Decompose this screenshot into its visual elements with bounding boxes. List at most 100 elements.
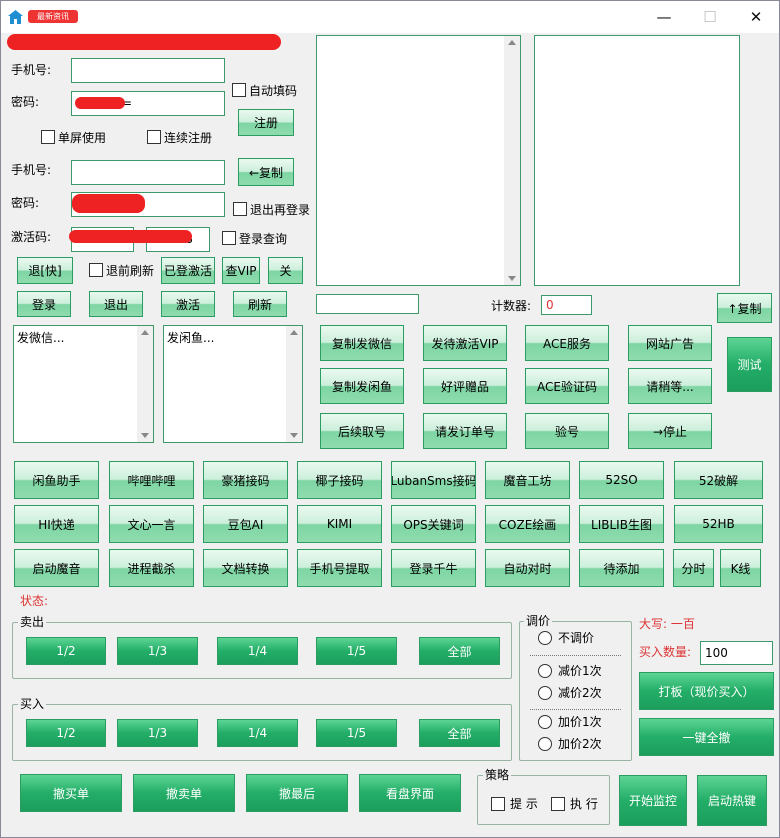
sell-third-button[interactable]: 1/3 xyxy=(117,637,198,665)
sell-quarter-button[interactable]: 1/4 xyxy=(217,637,298,665)
start-hotkey-button[interactable]: 启动热键 xyxy=(697,775,767,826)
logout-relogin-checkbox[interactable] xyxy=(233,202,247,216)
send-pending-vip-button[interactable]: 发待激活VIP xyxy=(423,325,507,361)
close-button[interactable]: ✕ xyxy=(733,1,779,33)
tool-doubao[interactable]: 豆包AI xyxy=(203,505,288,543)
execute-checkbox[interactable] xyxy=(551,797,565,811)
tool-coze[interactable]: COZE绘画 xyxy=(485,505,570,543)
ace-code-button[interactable]: ACE验证码 xyxy=(525,368,609,404)
up-1-label: 加价1次 xyxy=(558,715,602,729)
good-review-gift-button[interactable]: 好评赠品 xyxy=(423,368,507,404)
buy-all-button[interactable]: 全部 xyxy=(419,719,500,747)
minimize-button[interactable]: — xyxy=(641,1,687,33)
tool-qianniu-login[interactable]: 登录千牛 xyxy=(391,549,476,587)
stop-button[interactable]: →停止 xyxy=(628,413,712,449)
log-list-left[interactable] xyxy=(316,35,521,286)
tool-52so[interactable]: 52SO xyxy=(579,461,664,499)
tool-52pojie[interactable]: 52破解 xyxy=(674,461,763,499)
scrollbar-left[interactable] xyxy=(504,36,520,285)
cancel-all-button[interactable]: 一键全撤 xyxy=(639,718,774,756)
logout-button[interactable]: 退出 xyxy=(89,291,143,317)
register-button[interactable]: 注册 xyxy=(238,109,294,136)
single-screen-label: 单屏使用 xyxy=(58,131,107,145)
copy-left-button[interactable]: ←复制 xyxy=(238,158,294,186)
tool-bilibili[interactable]: 哔哩哔哩 xyxy=(109,461,194,499)
check-vip-button[interactable]: 查VIP xyxy=(222,257,260,284)
radio-down-1[interactable] xyxy=(538,664,552,678)
send-order-number-button[interactable]: 请发订单号 xyxy=(423,413,507,449)
tool-lubansms[interactable]: LubanSms接码 xyxy=(391,461,476,499)
tool-kline[interactable]: K线 xyxy=(720,549,761,587)
test-button[interactable]: 测试 xyxy=(727,337,772,392)
back-refresh-checkbox[interactable] xyxy=(89,263,103,277)
tool-kill-process[interactable]: 进程截杀 xyxy=(109,549,194,587)
tool-start-moyin[interactable]: 启动魔音 xyxy=(14,549,99,587)
tool-hi-express[interactable]: HI快递 xyxy=(14,505,99,543)
phone-input-2[interactable] xyxy=(71,160,225,185)
sell-half-button[interactable]: 1/2 xyxy=(26,637,106,665)
start-monitor-button[interactable]: 开始监控 xyxy=(619,775,687,826)
tool-haozhu[interactable]: 豪猪接码 xyxy=(203,461,288,499)
log-list-right[interactable] xyxy=(534,35,740,286)
login-query-checkbox[interactable] xyxy=(222,231,236,245)
site-ad-button[interactable]: 网站广告 xyxy=(628,325,712,361)
tool-wenxin[interactable]: 文心一言 xyxy=(109,505,194,543)
login-button[interactable]: 登录 xyxy=(17,291,71,317)
tool-doc-convert[interactable]: 文档转换 xyxy=(203,549,288,587)
tool-liblib[interactable]: LIBLIB生图 xyxy=(579,505,664,543)
daban-button[interactable]: 打板（现价买入） xyxy=(639,672,774,710)
radio-up-1[interactable] xyxy=(538,715,552,729)
buy-third-button[interactable]: 1/3 xyxy=(117,719,198,747)
tool-xianyu-helper[interactable]: 闲鱼助手 xyxy=(14,461,99,499)
buy-quarter-button[interactable]: 1/4 xyxy=(217,719,298,747)
hint-checkbox[interactable] xyxy=(491,797,505,811)
cancel-last-button[interactable]: 撤最后 xyxy=(246,774,348,812)
strategy-title: 策略 xyxy=(483,768,512,782)
radio-up-2[interactable] xyxy=(538,737,552,751)
small-text-input[interactable] xyxy=(316,294,419,314)
activated-button[interactable]: 已登激活 xyxy=(161,257,215,284)
ace-service-button[interactable]: ACE服务 xyxy=(525,325,609,361)
tool-moyin[interactable]: 魔音工坊 xyxy=(485,461,570,499)
follow-up-number-button[interactable]: 后续取号 xyxy=(320,413,404,449)
single-screen-checkbox[interactable] xyxy=(41,130,55,144)
buy-fifth-button[interactable]: 1/5 xyxy=(316,719,397,747)
counter-value[interactable]: 0 xyxy=(541,295,592,315)
tool-ops-keyword[interactable]: OPS关键词 xyxy=(391,505,476,543)
tool-phone-extract[interactable]: 手机号提取 xyxy=(297,549,382,587)
verify-number-button[interactable]: 验号 xyxy=(525,413,609,449)
maximize-button[interactable]: ☐ xyxy=(687,1,733,33)
back-fast-button[interactable]: 退[快] xyxy=(17,257,73,284)
sell-all-button[interactable]: 全部 xyxy=(419,637,500,665)
refresh-button[interactable]: 刷新 xyxy=(233,291,287,317)
phone-input-1[interactable] xyxy=(71,58,225,83)
copy-up-button[interactable]: ↑复制 xyxy=(717,293,772,323)
please-wait-button[interactable]: 请稍等... xyxy=(628,368,712,404)
scrollbar-wechat[interactable] xyxy=(137,326,153,442)
tool-52hb[interactable]: 52HB xyxy=(674,505,763,543)
wechat-textbox[interactable]: 发微信... xyxy=(13,325,154,443)
close-small-button[interactable]: 关 xyxy=(268,257,303,284)
radio-down-2[interactable] xyxy=(538,686,552,700)
copy-xianyu-button[interactable]: 复制发闲鱼 xyxy=(320,368,404,404)
activate-button[interactable]: 激活 xyxy=(161,291,215,317)
buy-quantity-input[interactable]: 100 xyxy=(700,641,773,665)
cancel-buy-button[interactable]: 撤买单 xyxy=(20,774,122,812)
tool-yezi[interactable]: 椰子接码 xyxy=(297,461,382,499)
down-2-label: 减价2次 xyxy=(558,686,602,700)
auto-fill-checkbox[interactable] xyxy=(232,83,246,97)
continuous-register-checkbox[interactable] xyxy=(147,130,161,144)
tool-to-add[interactable]: 待添加 xyxy=(579,549,664,587)
tool-kimi[interactable]: KIMI xyxy=(297,505,382,543)
radio-no-adjust[interactable] xyxy=(538,631,552,645)
xianyu-textbox[interactable]: 发闲鱼... xyxy=(163,325,303,443)
phone-label-2: 手机号: xyxy=(11,163,52,177)
tool-auto-time[interactable]: 自动对时 xyxy=(485,549,570,587)
board-view-button[interactable]: 看盘界面 xyxy=(359,774,461,812)
scrollbar-xianyu[interactable] xyxy=(286,326,302,442)
sell-fifth-button[interactable]: 1/5 xyxy=(316,637,397,665)
buy-half-button[interactable]: 1/2 xyxy=(26,719,106,747)
copy-wechat-button[interactable]: 复制发微信 xyxy=(320,325,404,361)
cancel-sell-button[interactable]: 撤卖单 xyxy=(133,774,235,812)
tool-timeshare[interactable]: 分时 xyxy=(673,549,714,587)
